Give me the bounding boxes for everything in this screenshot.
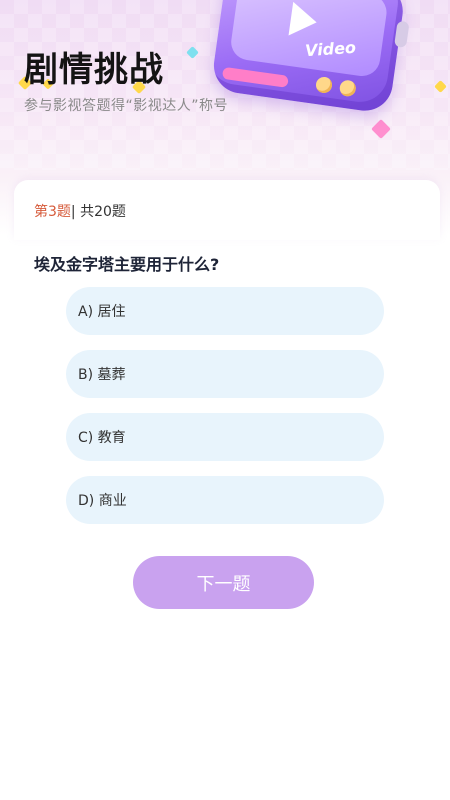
tv-knob [338,79,357,98]
quiz-progress: 第3题| 共20题 [34,201,126,221]
option-a-button[interactable]: A) 居住 [66,287,384,335]
tv-body: Video [210,0,407,115]
next-question-label: 下一题 [196,573,251,595]
next-question-button[interactable]: 下一题 [133,556,314,609]
tv-handle [394,20,410,49]
page-title: 剧情挑战 [24,50,164,90]
tv-screen: Video [228,0,389,79]
progress-current: 第3题 [34,204,71,220]
option-label: B) 墓葬 [78,367,126,383]
option-label: D) 商业 [78,493,127,509]
tv-video-label: Video [304,37,357,61]
tv-bar [221,66,289,88]
option-c-button[interactable]: C) 教育 [66,413,384,461]
page-subtitle: 参与影视答题得“影视达人”称号 [24,98,229,114]
tv-knob [314,75,334,94]
play-icon [288,1,320,40]
progress-total: 共20题 [75,204,126,220]
option-label: C) 教育 [78,430,126,446]
option-label: A) 居住 [78,304,126,320]
question-text: 埃及金字塔主要用于什么? [34,255,220,274]
option-d-button[interactable]: D) 商业 [66,476,384,524]
option-b-button[interactable]: B) 墓葬 [66,350,384,398]
